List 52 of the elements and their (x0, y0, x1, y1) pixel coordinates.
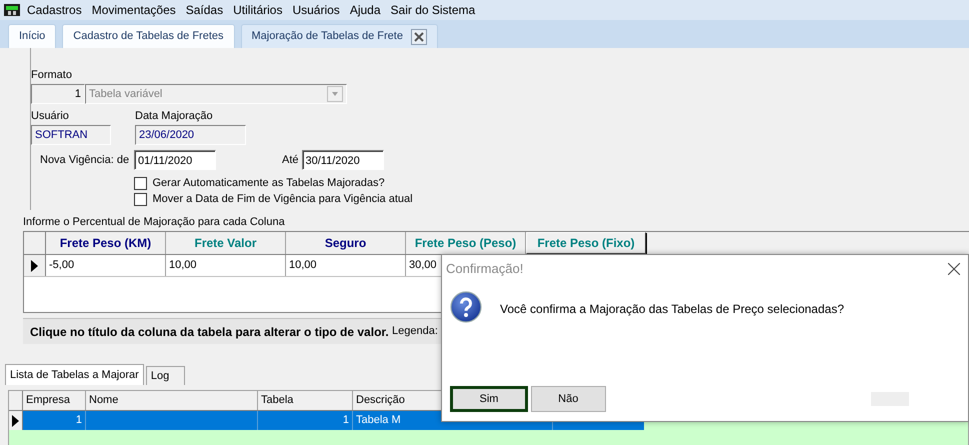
column-header[interactable]: Empresa (23, 391, 86, 410)
column-header[interactable]: Frete Peso (KM) (46, 232, 166, 254)
dialog-button[interactable]: Não (530, 386, 606, 412)
field-label: Formato (31, 69, 73, 82)
checkbox-label: Gerar Automaticamente as Tabelas Majoradas? (152, 177, 385, 190)
field-label: Até (282, 154, 299, 166)
section-caption: Informe o Percentual de Majoração para cada Coluna (23, 216, 285, 229)
column-header[interactable]: Frete Peso (Fixo) (526, 232, 646, 254)
window-tab[interactable]: Majoração de Tabelas de Frete (240, 24, 438, 48)
close-icon[interactable] (948, 263, 960, 275)
dialog-title: Confirmação! (446, 260, 524, 278)
code-field[interactable]: 1 (31, 84, 85, 104)
window-tab[interactable]: Cadastro de Tabelas de Fretes (62, 24, 235, 48)
table-cell[interactable]: 10,00 (166, 255, 286, 276)
readonly-field: 23/06/2020 (135, 125, 246, 145)
close-icon[interactable] (410, 28, 427, 44)
date-input[interactable]: 01/11/2020 (134, 150, 216, 170)
menu-item[interactable]: Saídas (180, 1, 228, 19)
checkbox-label: Mover a Data de Fim de Vigência para Vigência atual (152, 193, 413, 206)
column-header[interactable]: Nome (86, 391, 258, 410)
column-header[interactable]: Seguro (286, 232, 406, 254)
menu-item[interactable]: Sair do Sistema (386, 1, 480, 19)
app-icon[interactable] (4, 3, 20, 17)
dialog-message: Você confirma a Majoração das Tabelas de Preço selecionadas? (500, 301, 844, 318)
row-pointer-icon (12, 414, 19, 426)
question-icon (450, 291, 482, 323)
tab[interactable]: Lista de Tabelas a Majorar (5, 364, 144, 385)
table-cell[interactable]: 1 (342, 412, 349, 429)
checkbox[interactable] (134, 177, 147, 190)
menu-item[interactable]: Movimentações (86, 1, 181, 19)
table-cell[interactable]: 10,00 (286, 255, 406, 276)
tab[interactable]: Log (146, 366, 185, 385)
dialog-button[interactable]: Sim (450, 386, 528, 412)
column-header[interactable]: Tabela (258, 391, 353, 410)
legend-label: Legenda: (392, 324, 438, 340)
table-cell[interactable]: -5,00 (46, 255, 166, 276)
field-label: Data Majoração (135, 110, 214, 123)
menu-item[interactable]: Utilitários (228, 1, 288, 19)
checkbox[interactable] (134, 193, 147, 206)
column-header[interactable]: Frete Valor (166, 232, 286, 254)
hint-text: Clique no título da coluna da tabela para alterar o tipo de valor. (30, 324, 390, 340)
menu-item[interactable]: Ajuda (344, 1, 386, 19)
menu-item[interactable]: Usuários (287, 1, 345, 19)
field-label: Usuário (31, 110, 70, 123)
menu-item[interactable]: Cadastros (22, 1, 87, 19)
caret-icon (327, 86, 343, 102)
date-input[interactable]: 30/11/2020 (302, 150, 384, 170)
window-tab[interactable]: Início (8, 24, 56, 48)
readonly-field: SOFTRAN (31, 125, 111, 145)
table-cell[interactable]: Tabela M (356, 412, 401, 429)
table-cell[interactable]: 1 (76, 412, 82, 429)
field-label: Nova Vigência: de (40, 154, 130, 166)
